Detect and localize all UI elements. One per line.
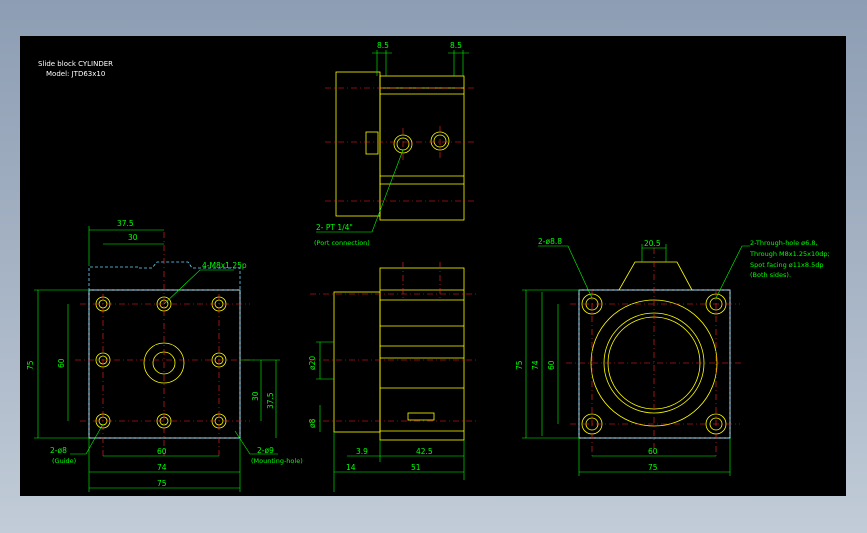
top-dim-right: 8.5	[450, 41, 462, 50]
right-dim-74-left: 74	[531, 360, 540, 370]
cad-viewport[interactable]: Slide block CYLINDER Model: JTD63x10 8.5…	[20, 36, 846, 496]
side-dim-42-5: 42.5	[416, 447, 433, 456]
right-note-line2: Through M8x1.25x10dp;	[749, 250, 830, 258]
model-label: Model: JTD63x10	[46, 70, 105, 78]
left-view: 37.5 30 4-M8x1.25p 75 60 30 37.5 60 74 7…	[26, 219, 303, 492]
left-dim-75-bottom: 75	[157, 479, 167, 488]
right-note-line3: Spot facing ø11x8.5dp	[750, 261, 824, 269]
mount-label: 2-ø9	[257, 446, 274, 455]
left-dim-37-5-right: 37.5	[266, 392, 275, 409]
side-dim-14: 14	[346, 463, 356, 472]
guide-label: 2-ø8	[50, 446, 67, 455]
right-dim-60-left: 60	[547, 360, 556, 370]
cad-drawing: Slide block CYLINDER Model: JTD63x10 8.5…	[26, 41, 830, 492]
mount-sub-label: (Mounting-hole)	[251, 457, 303, 465]
side-dim-phi20: ø20	[308, 356, 317, 370]
right-dim-75-bottom: 75	[648, 463, 658, 472]
left-dim-60-bottom: 60	[157, 447, 167, 456]
port-sub-label: (Port connection)	[314, 239, 370, 247]
right-note-line4: (Both sides).	[750, 271, 791, 279]
right-dim-20-5: 20.5	[644, 239, 661, 248]
side-dim-51: 51	[411, 463, 421, 472]
left-dim-60: 60	[57, 358, 66, 368]
left-dim-75: 75	[26, 360, 35, 370]
side-view: ø20 ø8 3.9 42.5 14 51	[308, 262, 476, 492]
right-dim-75-left: 75	[515, 360, 524, 370]
nameplate	[407, 412, 435, 421]
guide-sub-label: (Guide)	[52, 457, 76, 465]
left-dim-30-right: 30	[251, 391, 260, 401]
tap-label: 4-M8x1.25p	[202, 261, 247, 270]
side-dim-phi8: ø8	[308, 418, 317, 428]
left-dim-37-5-top: 37.5	[117, 219, 134, 228]
left-dim-74-bottom: 74	[157, 463, 167, 472]
top-dim-left: 8.5	[377, 41, 389, 50]
right-dim-60-bottom: 60	[648, 447, 658, 456]
right-hole-label: 2-ø8.8	[538, 237, 562, 246]
right-note-line1: 2-Through-hole ø6.8,	[750, 239, 818, 247]
right-view: 20.5 2-ø8.8 2-Through-hole ø6.8, Through…	[515, 237, 830, 476]
left-dim-30-top: 30	[128, 233, 138, 242]
port-label: 2- PT 1/4"	[316, 223, 353, 232]
side-dim-3-9: 3.9	[356, 447, 368, 456]
top-view: 8.5 8.5 2- PT 1/4" (Port connection)	[314, 41, 476, 247]
drawing-title: Slide block CYLINDER	[38, 60, 113, 68]
